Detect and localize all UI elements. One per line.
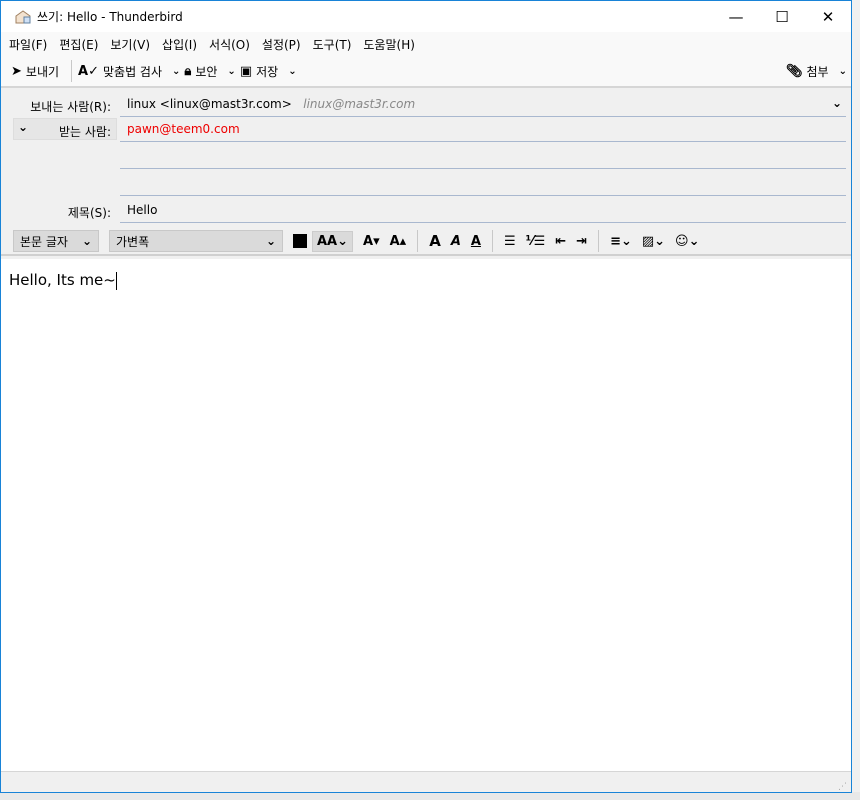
text-caret bbox=[115, 271, 117, 290]
recipient-input-empty[interactable] bbox=[120, 172, 846, 196]
menu-format[interactable]: 서식(O) bbox=[209, 36, 250, 53]
attach-label: 첨부 bbox=[806, 64, 829, 79]
save-dropdown-chevron-icon[interactable]: ⌄ bbox=[288, 66, 296, 77]
paperclip-icon: 📎︎ bbox=[786, 63, 803, 79]
compose-app-icon bbox=[15, 9, 31, 24]
paragraph-format-select[interactable]: 본문 글자 ⌄ bbox=[13, 230, 99, 252]
minimize-button[interactable]: — bbox=[713, 8, 759, 26]
spell-dropdown-chevron-icon[interactable]: ⌄ bbox=[172, 66, 180, 77]
spell-check-icon: A✓ bbox=[78, 63, 99, 79]
menu-tools[interactable]: 도구(T) bbox=[313, 36, 352, 53]
spell-label: 맞춤법 검사 bbox=[103, 64, 163, 79]
save-button[interactable]: ▣ 저장 bbox=[240, 63, 278, 80]
toolbar-separator bbox=[71, 60, 73, 82]
format-separator bbox=[491, 230, 493, 252]
subject-input[interactable]: Hello bbox=[120, 199, 846, 223]
font-value: 가변폭 bbox=[116, 234, 150, 249]
paragraph-format-value: 본문 글자 bbox=[20, 234, 68, 249]
compose-toolbar: ➤ 보내기 A✓ 맞춤법 검사 ⌄ 🔒︎ 보안 ⌄ ▣ 저장 ⌄ 📎︎ 첨부 ⌄ bbox=[1, 56, 851, 88]
background-window-bottom bbox=[0, 792, 860, 800]
send-label: 보내기 bbox=[25, 64, 60, 79]
to-input[interactable]: pawn@teem0.com bbox=[120, 118, 846, 142]
subject-label: 제목(S): bbox=[67, 206, 111, 220]
to-label: 받는 사람: bbox=[58, 125, 111, 139]
align-icon[interactable]: ≡⌄ bbox=[610, 234, 632, 249]
attach-dropdown-chevron-icon[interactable]: ⌄ bbox=[839, 66, 847, 77]
format-separator bbox=[598, 230, 600, 252]
insert-image-icon[interactable]: ▨⌄ bbox=[642, 234, 665, 249]
emoji-icon[interactable]: ☺⌄ bbox=[675, 234, 699, 249]
menu-bar: 파일(F) 편집(E) 보기(V) 삽입(I) 서식(O) 설정(P) 도구(T… bbox=[1, 32, 851, 56]
text-color-icon[interactable] bbox=[293, 234, 307, 248]
title-bar: 쓰기: Hello - Thunderbird — ☐ ✕ bbox=[1, 1, 851, 32]
menu-edit[interactable]: 편집(E) bbox=[59, 36, 98, 53]
from-identity: linux@mast3r.com bbox=[303, 97, 416, 111]
chevron-down-icon: ⌄ bbox=[81, 234, 92, 248]
security-dropdown-chevron-icon[interactable]: ⌄ bbox=[227, 66, 235, 77]
outdent-icon[interactable]: ⇤ bbox=[555, 234, 566, 249]
italic-icon[interactable]: A bbox=[451, 234, 461, 249]
message-body-editor[interactable]: Hello, Its me~ bbox=[1, 259, 851, 771]
maximize-button[interactable]: ☐ bbox=[759, 8, 805, 26]
indent-icon[interactable]: ⇥ bbox=[576, 234, 587, 249]
increase-font-size-icon[interactable]: A▴ bbox=[390, 234, 407, 249]
send-icon: ➤ bbox=[11, 63, 22, 79]
compose-window: 쓰기: Hello - Thunderbird — ☐ ✕ 파일(F) 편집(E… bbox=[0, 0, 852, 793]
address-header: 보내는 사람(R): linux <linux@mast3r.com> linu… bbox=[1, 88, 851, 258]
format-toolbar: 본문 글자 ⌄ 가변폭 ⌄ AA⌄ A▾ A▴ A A A ☰ ⅟☰ ⇤ ⇥ ≡⌄ … bbox=[1, 228, 851, 256]
underline-icon[interactable]: A bbox=[471, 234, 481, 249]
resize-grip-icon[interactable]: ⋰ bbox=[838, 782, 847, 792]
window-title: 쓰기: Hello - Thunderbird bbox=[37, 10, 183, 24]
save-icon: ▣ bbox=[239, 63, 253, 79]
from-dropdown-chevron-icon: ⌄ bbox=[831, 96, 842, 110]
numbered-list-icon[interactable]: ⅟☰ bbox=[526, 234, 546, 249]
send-button[interactable]: ➤ 보내기 bbox=[11, 63, 59, 80]
spell-check-button[interactable]: A✓ 맞춤법 검사 bbox=[78, 63, 162, 80]
attach-button[interactable]: 📎︎ 첨부 bbox=[786, 63, 829, 80]
font-select[interactable]: 가변폭 ⌄ bbox=[109, 230, 283, 252]
background-window bbox=[852, 0, 860, 800]
decrease-font-size-icon[interactable]: A▾ bbox=[363, 234, 380, 249]
body-text: Hello, Its me~ bbox=[9, 271, 116, 289]
bold-icon[interactable]: A bbox=[429, 232, 441, 250]
bullet-list-icon[interactable]: ☰ bbox=[504, 234, 516, 249]
menu-file[interactable]: 파일(F) bbox=[9, 36, 47, 53]
status-bar: ⋰ bbox=[1, 771, 851, 792]
menu-insert[interactable]: 삽입(I) bbox=[162, 36, 197, 53]
menu-help[interactable]: 도움말(H) bbox=[363, 36, 415, 53]
menu-options[interactable]: 설정(P) bbox=[262, 36, 301, 53]
format-separator bbox=[417, 230, 419, 252]
from-label: 보내는 사람(R): bbox=[30, 100, 111, 114]
close-button[interactable]: ✕ bbox=[805, 8, 851, 26]
save-label: 저장 bbox=[256, 64, 279, 79]
recipient-input-empty[interactable] bbox=[120, 145, 846, 169]
chevron-down-icon: ⌄ bbox=[265, 234, 276, 248]
chevron-down-icon: ⌄ bbox=[18, 120, 29, 134]
from-value: linux <linux@mast3r.com> bbox=[127, 97, 292, 111]
lock-icon: 🔒︎ bbox=[184, 63, 192, 79]
from-select[interactable]: linux <linux@mast3r.com> linux@mast3r.co… bbox=[120, 93, 846, 117]
security-button[interactable]: 🔒︎ 보안 bbox=[184, 63, 217, 80]
font-size-icon[interactable]: AA⌄ bbox=[312, 230, 354, 252]
security-label: 보안 bbox=[195, 64, 218, 79]
menu-view[interactable]: 보기(V) bbox=[110, 36, 150, 53]
